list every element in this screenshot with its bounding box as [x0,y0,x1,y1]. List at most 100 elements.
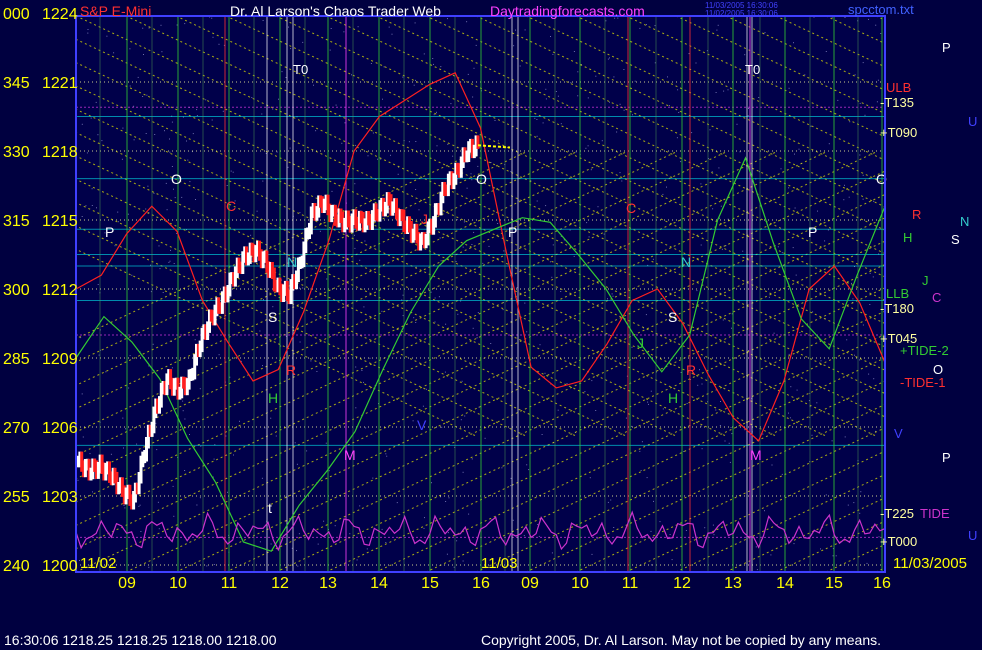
star-dot [634,80,636,82]
star-dot [369,357,371,359]
star-dot [513,45,515,47]
star-dot [199,388,201,390]
star-dot [206,565,208,567]
star-dot [136,443,138,445]
star-dot [607,58,609,60]
price-tick-label: 1200 [42,558,78,575]
star-dot [497,223,499,224]
star-dot [645,314,647,316]
star-dot [711,171,713,173]
star-dot [239,420,240,422]
star-dot [91,205,93,206]
star-dot [341,142,343,144]
star-dot [189,181,191,183]
star-dot [402,315,404,317]
star-dot [251,97,253,98]
degree-tick-label: 255 [3,489,30,506]
far-right-letter: C [932,290,941,305]
planet-letter: C [226,198,236,214]
hour-tick-label: 14 [370,575,388,592]
hour-tick-label: 15 [421,575,439,592]
star-dot [696,290,698,292]
star-dot [768,296,770,298]
star-dot [519,65,521,67]
right-level-label: -T225 [880,506,914,521]
star-dot [296,550,297,552]
star-dot [831,440,833,442]
star-dot [472,327,474,329]
star-dot [158,245,160,247]
star-dot [605,20,607,22]
star-dot [777,246,779,248]
star-dot [472,96,474,98]
hour-tick-label: 12 [673,575,691,592]
star-dot [80,337,82,339]
far-right-letter: N [960,214,969,229]
star-dot [270,543,272,545]
star-dot [668,289,670,291]
right-level-label: ULB [886,80,911,95]
star-dot [317,543,319,545]
star-dot [471,244,473,245]
star-dot [515,29,516,31]
star-dot [789,417,791,419]
star-dot [281,71,283,73]
star-dot [276,151,278,153]
chart-canvas: T0 T0OCPNSHRMJVtOPCNJSHRMPO 000 1224345 122… [0,0,982,650]
star-dot [97,284,99,285]
star-dot [430,291,432,293]
star-dot [212,36,214,38]
star-dot [397,173,399,175]
website-link[interactable]: Daytradingforecasts.com [490,3,645,19]
star-dot [526,464,528,466]
star-dot [129,85,131,87]
star-dot [607,298,608,300]
star-dot [859,359,861,361]
star-dot [121,158,123,160]
star-dot [748,350,750,351]
star-dot [117,221,119,223]
star-dot [413,317,415,319]
event-label-t0: T0 [745,62,760,77]
star-dot [300,306,302,308]
star-dot [82,436,84,438]
star-dot [123,505,125,506]
star-dot [812,311,814,313]
star-dot [792,247,794,249]
star-dot [590,169,592,171]
star-dot [471,458,473,460]
star-dot [704,527,706,529]
star-dot [270,417,272,419]
star-dot [129,48,131,50]
star-dot [213,458,215,460]
star-dot [288,26,289,28]
star-dot [408,141,410,143]
degree-tick-label: 315 [3,213,30,230]
star-dot [123,447,124,449]
star-dot [165,182,167,184]
star-dot [447,18,448,20]
star-dot [524,302,526,304]
date-label-mid: 11/03 [481,555,517,572]
planet-letter: O [476,171,487,187]
star-dot [189,434,190,435]
star-dot [370,63,372,64]
star-dot [585,147,587,149]
star-dot [613,527,615,528]
star-dot [323,520,325,522]
star-dot [551,276,553,278]
star-dot [148,566,150,568]
star-dot [355,366,357,368]
star-dot [811,434,813,436]
star-dot [538,535,540,537]
star-dot [158,528,160,530]
star-dot [756,569,758,571]
star-dot [647,401,649,403]
star-dot [715,92,717,93]
star-dot [423,527,425,529]
star-dot [466,187,468,189]
star-dot [719,217,721,219]
star-dot [712,524,714,526]
star-dot [536,119,538,120]
star-dot [161,51,163,53]
